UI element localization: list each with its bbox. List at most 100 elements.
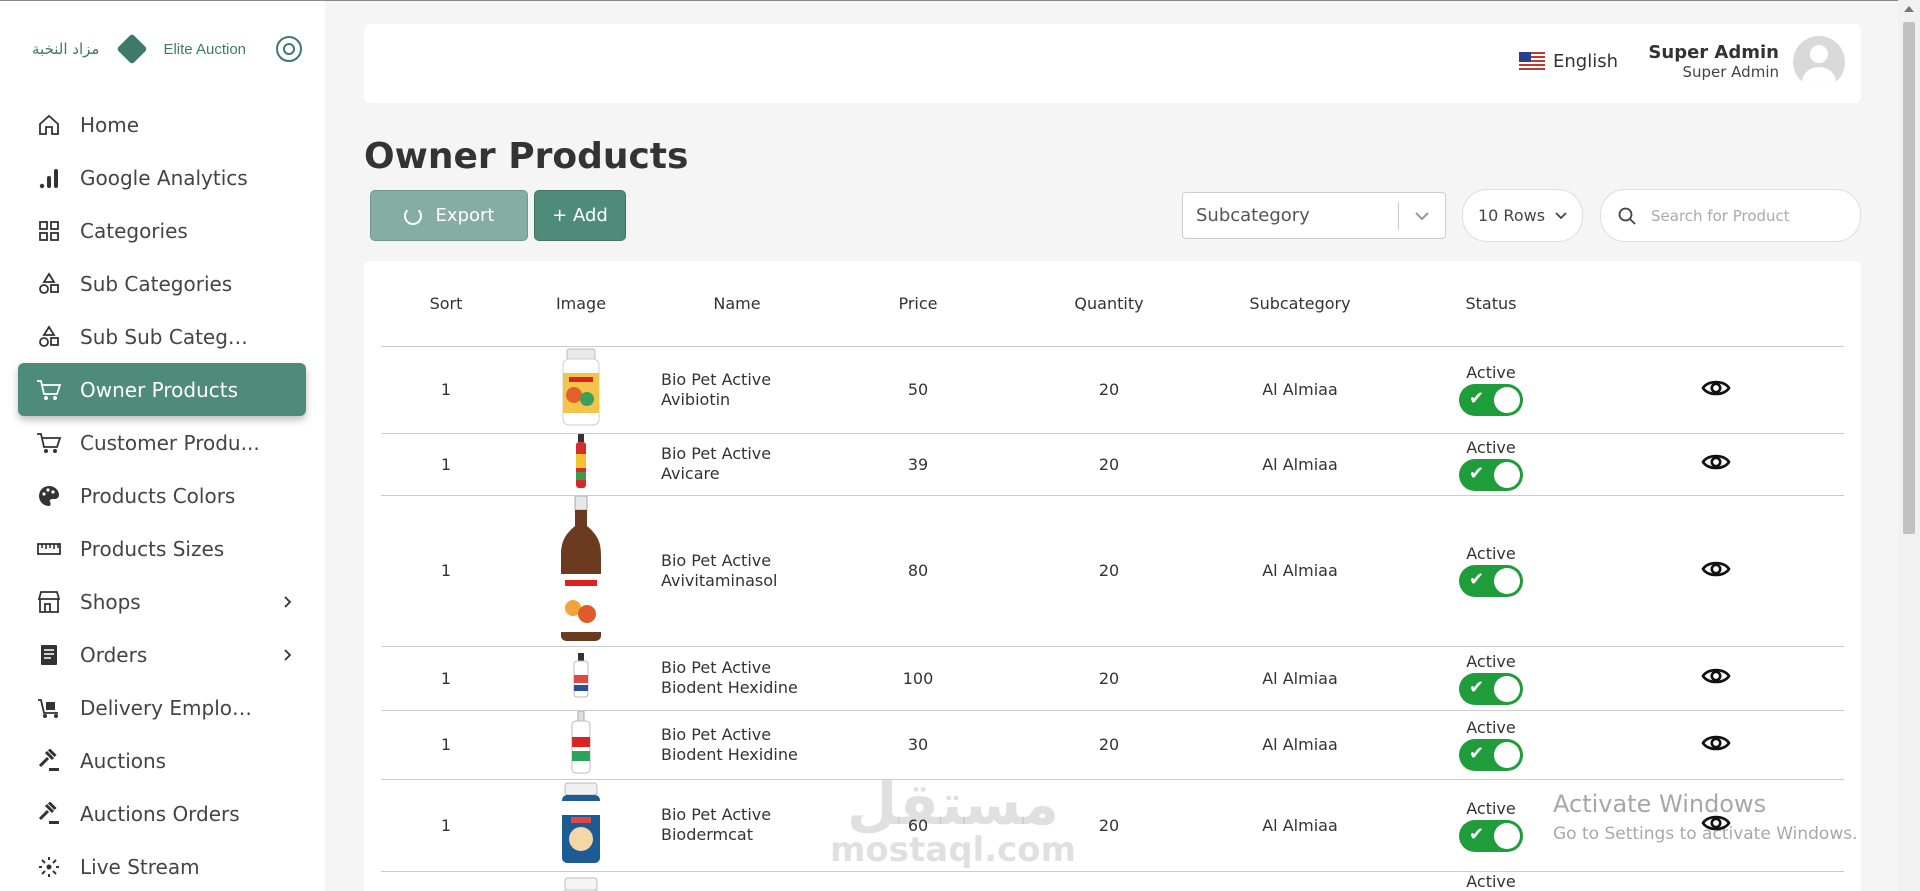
actions-cell [1587,495,1844,647]
name-cell: Bio Pet Active Biodent Hexidine [651,646,823,711]
column-header-quantity[interactable]: Quantity [1013,261,1205,347]
sidebar-item-google-analytics[interactable]: Google Analytics [18,151,306,204]
sidebar-item-customer-produ[interactable]: Customer Produ... [18,416,306,469]
sidebar-item-label: Sub Categories [80,271,233,296]
sidebar-item-auctions[interactable]: Auctions [18,734,306,787]
brand-emblem-icon [116,33,149,65]
sidebar-toggle-icon[interactable] [276,36,302,62]
status-toggle[interactable]: ✔ [1459,739,1523,771]
product-image[interactable] [566,710,596,779]
check-icon: ✔ [1469,462,1485,484]
view-eye-icon[interactable] [1700,377,1731,403]
price-cell: 100 [823,646,1013,711]
subcategory-select[interactable]: Subcategory [1182,192,1446,239]
subcategory-select-value: Subcategory [1196,205,1310,226]
status-cell: Active✔ [1395,871,1587,891]
export-button[interactable]: Export [370,190,528,241]
sidebar-item-label: Delivery Employ... [80,695,260,720]
watermark-arabic: مستقل [846,770,1060,838]
quantity-cell: 20 [1013,710,1205,780]
sidebar-item-shops[interactable]: Shops [18,575,306,628]
sidebar-item-home[interactable]: Home [18,98,306,151]
shapes-icon [36,324,62,350]
quantity-cell: 20 [1013,433,1205,496]
product-image[interactable] [559,781,603,869]
sidebar-item-label: Home [80,112,140,137]
status-label: Active [1466,718,1516,737]
brand-logo[interactable]: مزاد النخبة Elite Auction [32,31,302,67]
add-button-label: + Add [552,205,608,226]
activate-windows-subtitle: Go to Settings to activate Windows. [1553,824,1858,844]
sort-cell [381,871,511,891]
view-eye-icon[interactable] [1700,558,1731,584]
status-wrapper: Active ✔ [1395,544,1587,597]
product-image[interactable] [570,653,592,703]
scrollbar-thumb[interactable] [1903,22,1915,534]
status-toggle[interactable]: ✔ [1459,672,1523,705]
view-eye-icon[interactable] [1700,732,1731,758]
subcategory-cell: Al Almiaa [1205,495,1395,647]
page-scrollbar[interactable] [1898,0,1920,891]
status-toggle[interactable]: ✔ [1459,384,1523,416]
sidebar-item-auctions-orders[interactable]: Auctions Orders [18,787,306,840]
column-header-name[interactable]: Name [651,261,823,347]
sidebar-item-categories[interactable]: Categories [18,204,306,257]
column-header-subcategory[interactable]: Subcategory [1205,261,1395,347]
rows-per-page-value: 10 Rows [1477,206,1546,225]
status-label: Active [1466,363,1516,382]
name-cell: Bio Pet Active [651,871,823,891]
column-header-sort[interactable]: Sort [381,261,511,347]
sort-cell: 1 [381,433,511,496]
image-cell [511,779,651,872]
chevron-down-icon[interactable] [1399,205,1445,226]
actions-cell [1587,646,1844,711]
status-toggle[interactable]: ✔ [1459,819,1523,852]
product-search[interactable] [1600,189,1861,242]
sidebar-item-label: Shops [80,589,141,614]
shapes-icon [36,271,62,297]
sidebar-item-products-sizes[interactable]: Products Sizes [18,522,306,575]
table-row: 1 Bio Pet Active Biodent Hexidine 30 20 Al A… [381,710,1844,780]
status-label: Active [1466,798,1516,818]
status-toggle[interactable]: ✔ [1459,565,1523,597]
check-icon: ✔ [1469,388,1485,409]
status-toggle[interactable]: ✔ [1459,458,1523,491]
view-eye-icon[interactable] [1700,451,1731,477]
sidebar-item-label: Products Sizes [80,536,225,561]
sidebar-item-label: Auctions Orders [80,801,240,826]
sidebar-item-orders[interactable]: Orders [18,628,306,681]
toggle-knob [1494,742,1520,768]
view-eye-icon[interactable] [1700,665,1731,691]
product-image[interactable] [557,495,605,646]
toggle-knob [1494,568,1520,594]
product-image[interactable] [571,434,591,494]
rows-per-page-select[interactable]: 10 Rows [1462,189,1583,242]
check-icon: ✔ [1469,823,1485,845]
product-image[interactable] [559,347,603,433]
sidebar-item-delivery-employ[interactable]: Delivery Employ... [18,681,306,734]
sidebar-item-products-colors[interactable]: Products Colors [18,469,306,522]
column-header-price[interactable]: Price [823,261,1013,347]
quantity-cell: 20 [1013,346,1205,434]
sidebar-item-label: Orders [80,642,148,667]
language-selector[interactable]: English [1519,51,1618,72]
image-cell [511,646,651,711]
sidebar-item-sub-sub-categor[interactable]: Sub Sub Categor... [18,310,306,363]
user-role: Super Admin [1682,63,1779,81]
user-info[interactable]: Super Admin Super Admin [1648,42,1779,81]
scroll-up-arrow-icon[interactable] [1904,6,1914,12]
sidebar-item-label: Google Analytics [80,165,248,190]
product-image[interactable] [559,876,603,891]
sidebar-item-label: Categories [80,218,188,243]
subcategory-cell [1205,871,1395,891]
status-wrapper: Active ✔ [1395,718,1587,771]
avatar[interactable] [1793,36,1845,88]
sidebar-item-sub-categories[interactable]: Sub Categories [18,257,306,310]
sidebar-item-owner-products[interactable]: Owner Products [18,363,306,416]
check-icon: ✔ [1469,743,1485,764]
cart-icon [36,430,62,456]
search-input[interactable] [1651,206,1851,225]
language-label: English [1553,51,1618,72]
add-button[interactable]: + Add [534,190,626,241]
sidebar-item-live-stream[interactable]: Live Stream [18,840,306,891]
